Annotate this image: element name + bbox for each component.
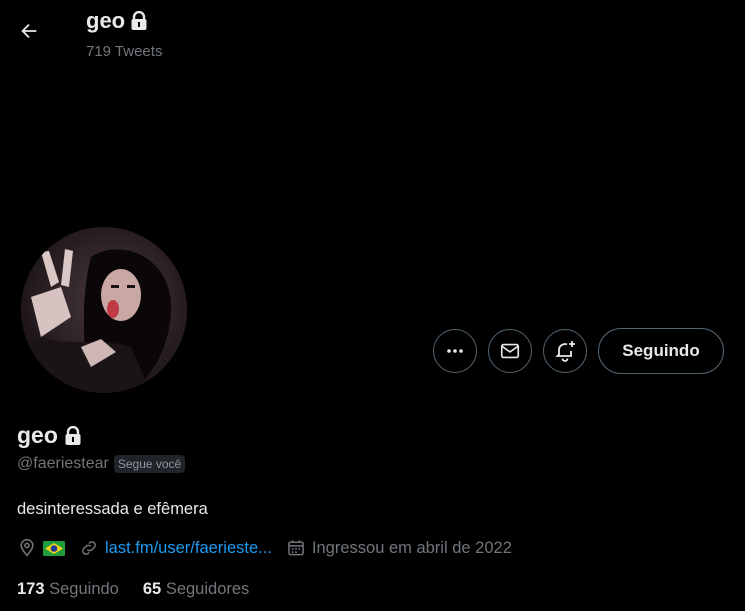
profile-stats: 173 Seguindo 65 Seguidores — [17, 580, 249, 599]
following-button[interactable]: Seguindo — [598, 328, 724, 374]
message-button[interactable] — [488, 329, 532, 373]
website-link[interactable]: last.fm/user/faerieste... — [105, 539, 272, 558]
avatar-photo — [21, 227, 187, 393]
back-button[interactable] — [14, 16, 44, 46]
avatar[interactable] — [18, 224, 190, 396]
arrow-left-icon — [21, 23, 37, 39]
handle-row: @faeriestear Segue você — [17, 455, 186, 473]
header-title: geo — [86, 8, 148, 34]
bell-plus-icon — [555, 341, 575, 362]
join-date: Ingressou em abril de 2022 — [286, 538, 512, 558]
profile-bio: desinteressada e efêmera — [17, 500, 208, 518]
following-label: Seguindo — [49, 580, 119, 598]
profile-name: geo — [17, 422, 82, 449]
calendar-icon — [288, 540, 304, 556]
follows-you-badge: Segue você — [113, 455, 186, 473]
notifications-button[interactable] — [543, 329, 587, 373]
followers-link[interactable]: 65 Seguidores — [143, 580, 249, 599]
brazil-flag-icon — [43, 540, 65, 556]
tweet-count: 719 Tweets — [86, 43, 163, 60]
website[interactable]: last.fm/user/faerieste... — [79, 538, 272, 558]
lock-icon — [65, 425, 81, 445]
following-link[interactable]: 173 Seguindo — [17, 580, 119, 599]
profile-handle: @faeriestear — [17, 455, 109, 472]
join-date-text: Ingressou em abril de 2022 — [311, 538, 512, 557]
following-count: 173 — [17, 580, 45, 598]
location: 🇧🇷 — [17, 538, 65, 558]
lock-icon — [131, 11, 147, 30]
link-icon — [82, 541, 96, 555]
more-icon — [447, 349, 463, 353]
location-pin-icon — [20, 538, 34, 557]
more-button[interactable] — [433, 329, 477, 373]
followers-count: 65 — [142, 580, 162, 598]
profile-display-name: geo — [17, 422, 58, 448]
header-display-name: geo — [86, 8, 126, 33]
followers-label: Seguidores — [165, 580, 250, 598]
mail-icon — [500, 343, 520, 359]
profile-meta: 🇧🇷 last.fm/user/faerieste... Ingressou e… — [17, 538, 526, 558]
